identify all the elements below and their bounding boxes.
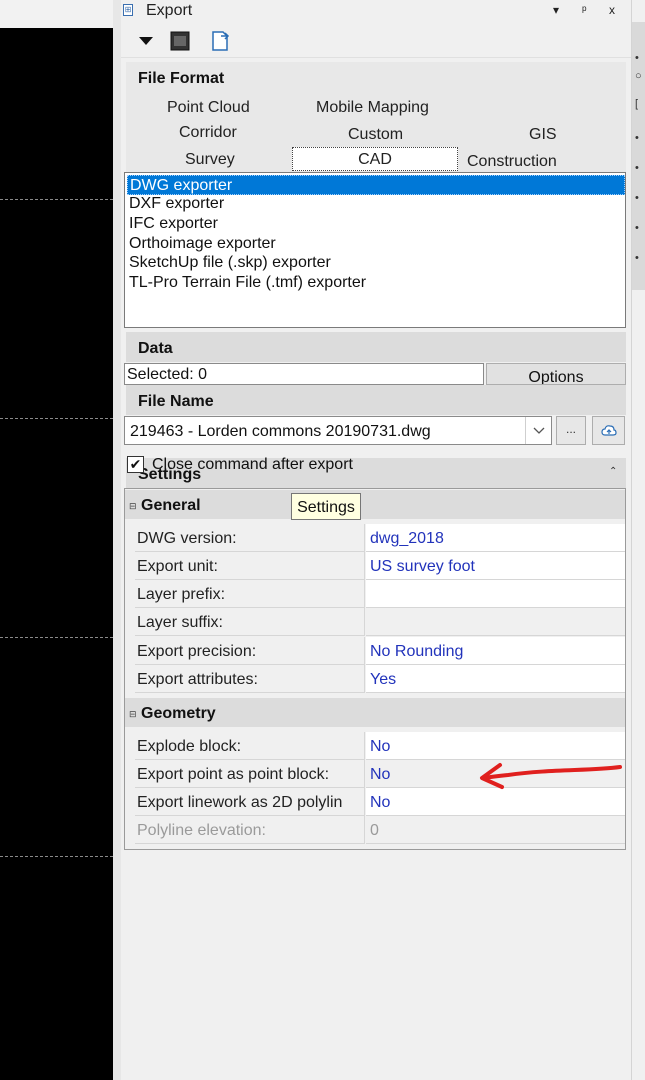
property-name: Layer suffix: [135, 608, 365, 636]
collapse-minus-icon[interactable]: ⊟ [129, 709, 137, 720]
bracket-icon: [ [635, 98, 639, 110]
settings-property-grid: ⊟ General DWG version: dwg_2018 Export u… [124, 488, 626, 850]
property-name: Export linework as 2D polylin [135, 788, 365, 816]
property-row[interactable]: Layer prefix: [135, 580, 625, 608]
toolbar-view-button[interactable] [168, 30, 192, 52]
property-value: 0 [366, 816, 625, 844]
tab-survey[interactable]: Survey [185, 151, 235, 169]
property-name: Export point as point block: [135, 760, 365, 788]
property-row[interactable]: Export unit: US survey foot [135, 552, 625, 580]
close-after-export-checkbox[interactable]: ✔ [127, 456, 144, 473]
panel-toolbar [121, 24, 631, 58]
property-value[interactable]: US survey foot [366, 552, 625, 580]
dot-icon: • [635, 132, 639, 144]
property-row[interactable]: DWG version: dwg_2018 [135, 524, 625, 552]
selected-count-field: Selected: 0 [124, 363, 484, 385]
dot-icon: • [635, 222, 639, 234]
close-icon[interactable]: x [609, 3, 615, 17]
category-label: General [141, 497, 201, 514]
drawing-canvas[interactable] [0, 0, 113, 1080]
property-value[interactable]: Yes [366, 665, 625, 693]
dot-icon: • [635, 52, 639, 64]
tab-construction[interactable]: Construction [467, 153, 557, 171]
property-value[interactable] [366, 608, 625, 636]
canvas-dashed-line [0, 418, 113, 419]
panel-menu-dropdown-icon[interactable]: ▾ [553, 3, 559, 17]
tab-corridor[interactable]: Corridor [179, 124, 237, 142]
property-name: Polyline elevation: [135, 816, 365, 844]
toolbar-export-file-button[interactable] [208, 30, 232, 52]
property-value[interactable] [366, 580, 625, 608]
property-row[interactable]: Export attributes: Yes [135, 665, 625, 693]
property-name: Export unit: [135, 552, 365, 580]
data-header: Data [126, 332, 626, 362]
caret-down-icon [139, 37, 153, 45]
property-row[interactable]: Layer suffix: [135, 608, 625, 636]
right-toolbar-strip: • ○ [ • • • • • [631, 0, 645, 1080]
category-general[interactable]: ⊟ General [125, 490, 625, 519]
cloud-icon [600, 424, 617, 436]
property-name: Export precision: [135, 637, 365, 665]
close-after-export-label: Close command after export [152, 456, 353, 473]
property-name: Layer prefix: [135, 580, 365, 608]
tab-custom[interactable]: Custom [348, 126, 403, 144]
dot-icon: • [635, 192, 639, 204]
category-label: Geometry [141, 705, 216, 722]
options-button[interactable]: Options [486, 363, 626, 385]
tab-cad[interactable]: CAD [292, 147, 458, 171]
pin-icon[interactable]: ᵖ [582, 3, 587, 17]
collapse-icon[interactable]: ⌃ [609, 466, 617, 477]
canvas-dashed-line [0, 856, 113, 857]
canvas-dashed-line [0, 637, 113, 638]
annotation-arrow [480, 763, 622, 789]
browse-button[interactable]: ... [556, 416, 586, 445]
file-name-header: File Name [126, 385, 626, 415]
property-row: Polyline elevation: 0 [135, 816, 625, 844]
exporter-list[interactable]: DWG exporter DXF exporter IFC exporter O… [124, 172, 626, 328]
exporter-item-tl-pro-terrain[interactable]: TL-Pro Terrain File (.tmf) exporter [127, 273, 625, 293]
property-name: DWG version: [135, 524, 365, 552]
canvas-dashed-line [0, 199, 113, 200]
tab-point-cloud[interactable]: Point Cloud [167, 99, 250, 117]
file-name-dropdown-button[interactable] [525, 417, 551, 444]
file-format-header: File Format [126, 62, 626, 92]
exporter-item-sketchup[interactable]: SketchUp file (.skp) exporter [127, 253, 625, 273]
exporter-item-orthoimage[interactable]: Orthoimage exporter [127, 234, 625, 254]
property-name: Export attributes: [135, 665, 365, 693]
circle-icon: ○ [635, 70, 642, 82]
property-value[interactable]: No Rounding [366, 637, 625, 665]
exporter-item-dwg[interactable]: DWG exporter [127, 175, 625, 195]
file-name-input[interactable]: 219463 - Lorden commons 20190731.dwg [124, 416, 552, 445]
property-row[interactable]: Export precision: No Rounding [135, 637, 625, 665]
screen-icon [170, 31, 190, 51]
exporter-item-ifc[interactable]: IFC exporter [127, 214, 625, 234]
tab-mobile-mapping[interactable]: Mobile Mapping [316, 99, 429, 117]
export-document-icon [212, 31, 230, 51]
tab-gis[interactable]: GIS [529, 126, 557, 144]
panel-title: Export [146, 2, 193, 19]
dot-icon: • [635, 252, 639, 264]
toolbar-dropdown-button[interactable] [135, 30, 157, 52]
cloud-upload-button[interactable] [592, 416, 625, 445]
chevron-down-icon [533, 427, 544, 434]
canvas-top-strip [0, 0, 113, 28]
settings-tooltip: Settings [291, 493, 361, 520]
exporter-item-dxf[interactable]: DXF exporter [127, 194, 625, 214]
collapse-minus-icon[interactable]: ⊟ [129, 501, 137, 512]
property-value[interactable]: dwg_2018 [366, 524, 625, 552]
dot-icon: • [635, 162, 639, 174]
category-geometry[interactable]: ⊟ Geometry [125, 698, 625, 727]
export-panel-icon: ⊞ [123, 4, 133, 16]
property-name: Explode block: [135, 732, 365, 760]
